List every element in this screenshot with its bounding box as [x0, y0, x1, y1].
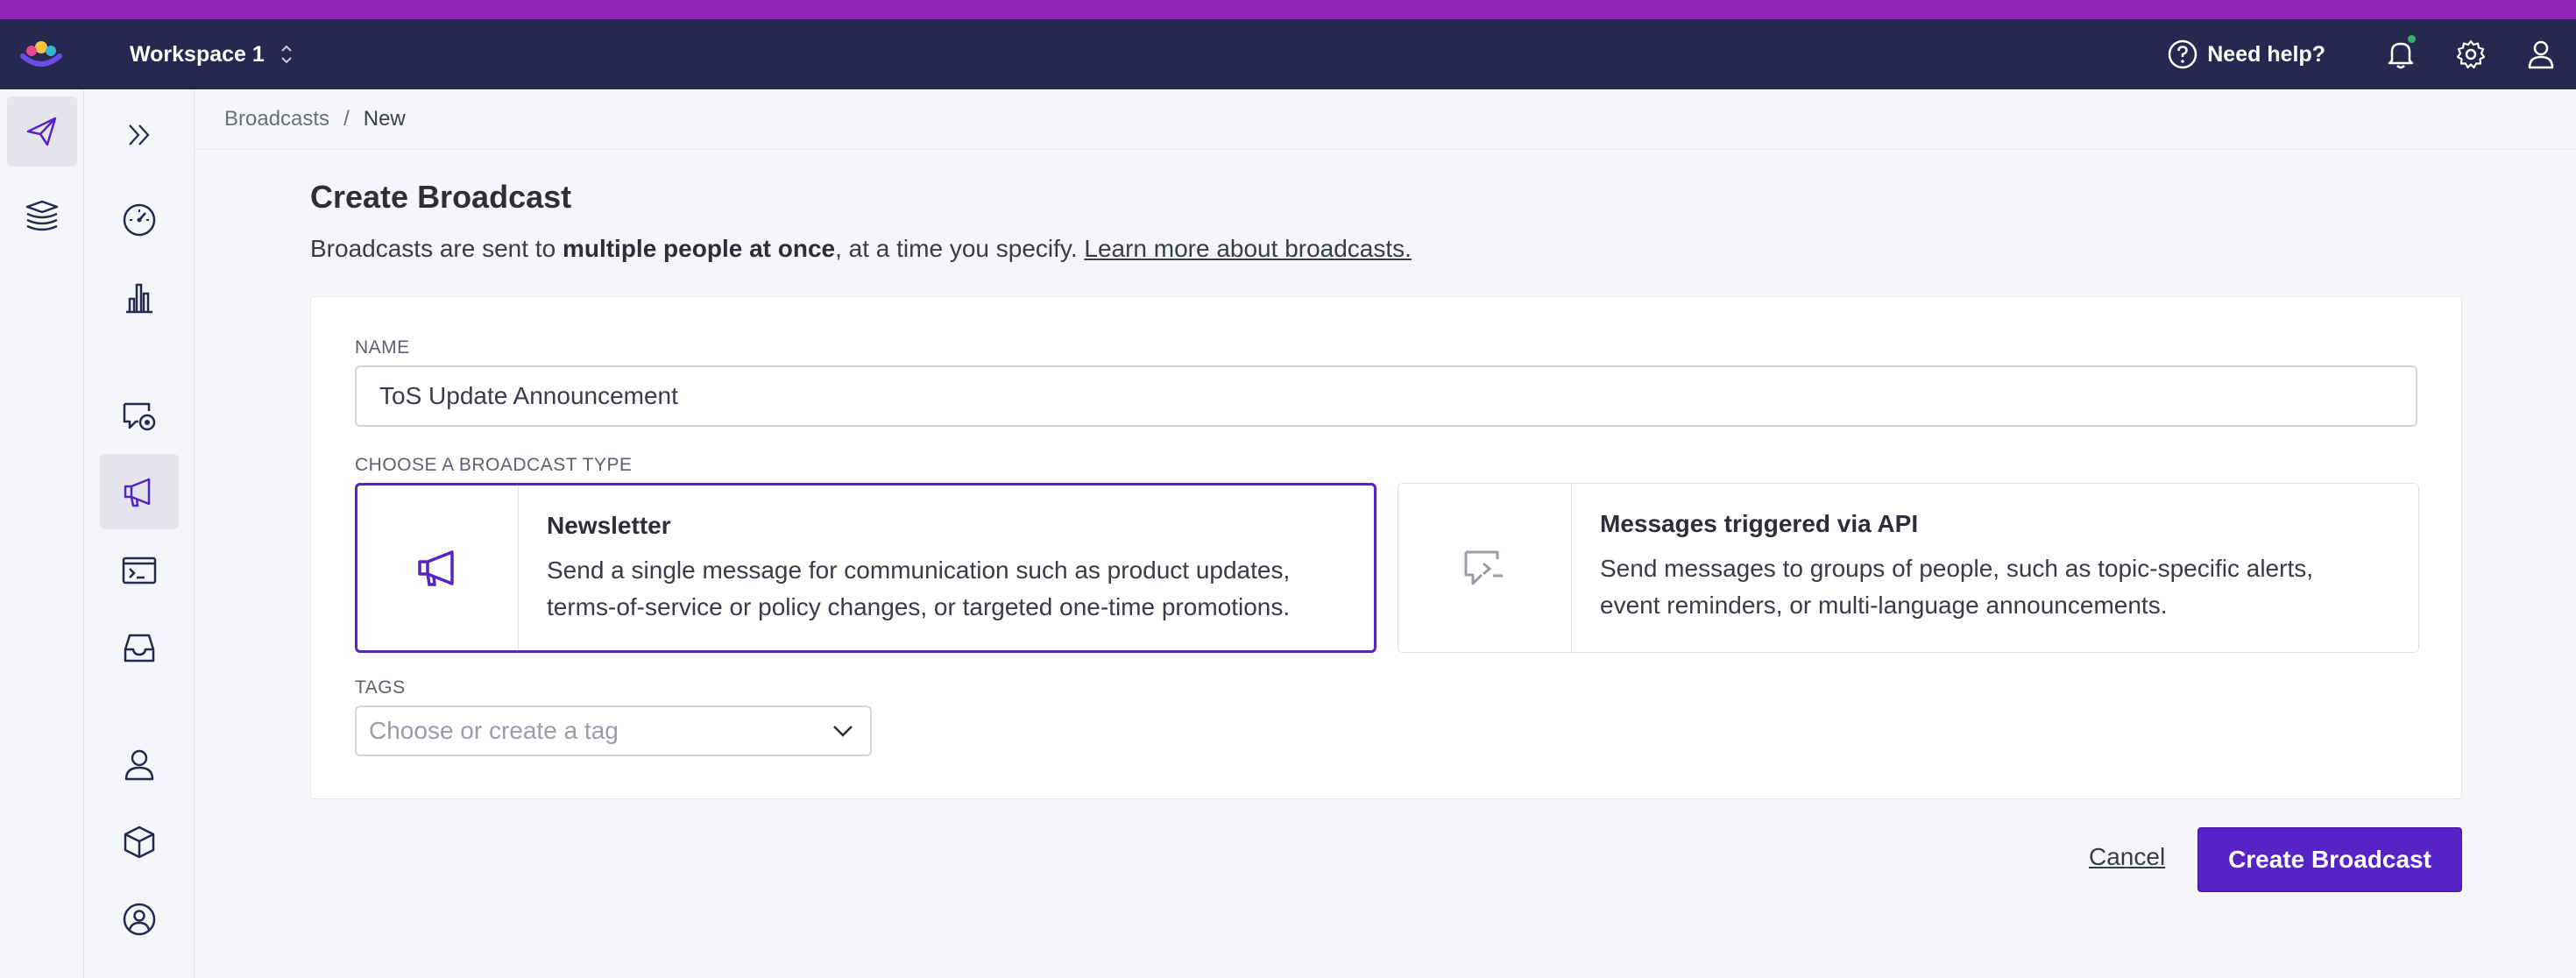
notifications-button[interactable]	[2366, 19, 2436, 89]
primary-rail	[0, 89, 84, 978]
newsletter-option[interactable]: Newsletter Send a single message for com…	[355, 483, 1376, 653]
data-nav-button[interactable]	[7, 181, 77, 251]
help-label: Need help?	[2207, 41, 2325, 67]
analytics-icon	[126, 283, 152, 314]
newsletter-icon-box	[357, 485, 519, 650]
dashboard-icon	[123, 203, 156, 237]
name-label: NAME	[355, 337, 410, 358]
breadcrumb-parent-link[interactable]: Broadcasts	[224, 107, 329, 131]
account-nav-button[interactable]	[100, 892, 179, 946]
question-icon	[2169, 39, 2197, 69]
breadcrumb-current: New	[363, 107, 406, 131]
terminal-icon	[122, 556, 157, 585]
send-icon	[26, 117, 57, 146]
analytics-nav-button[interactable]	[100, 270, 179, 324]
api-desc-line2: event reminders, or multi-language annou…	[1600, 592, 2168, 619]
newsletter-desc-line1: Send a single message for communication …	[547, 556, 1291, 584]
logo-icon[interactable]	[19, 39, 63, 70]
tags-select[interactable]: Choose or create a tag	[355, 705, 872, 756]
newsletter-description: Send a single message for communication …	[547, 552, 1290, 626]
people-nav-button[interactable]	[100, 738, 179, 792]
page-title: Create Broadcast	[310, 179, 572, 215]
megaphone-icon	[417, 550, 454, 586]
notification-dot	[2406, 33, 2417, 45]
newsletter-title: Newsletter	[547, 512, 671, 539]
dashboard-nav-button[interactable]	[100, 193, 179, 247]
broadcasts-nav-button[interactable]	[100, 454, 179, 529]
api-triggered-option[interactable]: Messages triggered via API Send messages…	[1398, 483, 2419, 653]
breadcrumb-divider	[195, 149, 2576, 150]
desc-text-prefix: Broadcasts are sent to	[310, 235, 563, 262]
api-option-title: Messages triggered via API	[1600, 510, 1919, 537]
messaging-nav-button[interactable]	[7, 96, 77, 167]
double-chevron-right-icon	[129, 124, 150, 145]
api-icon-box	[1398, 484, 1572, 652]
page-description: Broadcasts are sent to multiple people a…	[310, 235, 1412, 263]
chat-settings-nav-button[interactable]	[100, 389, 179, 443]
help-button[interactable]: Need help?	[2167, 39, 2325, 70]
breadcrumb: Broadcasts / New	[224, 107, 406, 131]
name-input[interactable]	[355, 365, 2417, 427]
user-icon	[2528, 40, 2554, 69]
tags-label: TAGS	[355, 677, 406, 698]
workspace-switcher[interactable]: Workspace 1	[130, 39, 293, 70]
account-icon	[123, 903, 156, 936]
cancel-button[interactable]: Cancel	[2089, 843, 2165, 871]
create-broadcast-button[interactable]: Create Broadcast	[2197, 827, 2462, 892]
desc-text-bold: multiple people at once	[562, 235, 836, 262]
megaphone-icon	[124, 478, 151, 507]
chat-terminal-icon	[1464, 550, 1503, 585]
profile-button[interactable]	[2506, 19, 2576, 89]
cube-icon	[124, 826, 155, 859]
api-desc-line1: Send messages to groups of people, such …	[1600, 555, 2313, 582]
top-navbar: Workspace 1 Need help?	[0, 19, 2576, 89]
terminal-nav-button[interactable]	[100, 543, 179, 598]
inbox-nav-button[interactable]	[100, 620, 179, 675]
chat-settings-icon	[123, 402, 156, 431]
newsletter-desc-line2: terms-of-service or policy changes, or t…	[547, 593, 1291, 620]
desc-text-suffix: , at a time you specify.	[835, 235, 1085, 262]
settings-button[interactable]	[2436, 19, 2506, 89]
chevron-updown-icon	[281, 45, 292, 64]
broadcast-form-card: NAME CHOOSE A BROADCAST TYPE Newsletter …	[310, 296, 2462, 799]
secondary-rail	[84, 89, 195, 978]
expand-sidebar-button[interactable]	[100, 110, 179, 159]
objects-nav-button[interactable]	[100, 815, 179, 869]
api-option-description: Send messages to groups of people, such …	[1600, 550, 2313, 624]
gear-icon	[2456, 39, 2486, 69]
tags-placeholder: Choose or create a tag	[369, 717, 619, 744]
top-accent-strip	[0, 0, 2576, 19]
breadcrumb-separator: /	[343, 107, 350, 131]
learn-more-link[interactable]: Learn more about broadcasts.	[1084, 235, 1412, 262]
person-icon	[124, 749, 154, 781]
layers-icon	[25, 200, 59, 231]
workspace-label: Workspace 1	[130, 41, 265, 67]
chevron-down-icon	[833, 726, 853, 737]
broadcast-type-label: CHOOSE A BROADCAST TYPE	[355, 455, 633, 475]
inbox-icon	[124, 634, 155, 663]
